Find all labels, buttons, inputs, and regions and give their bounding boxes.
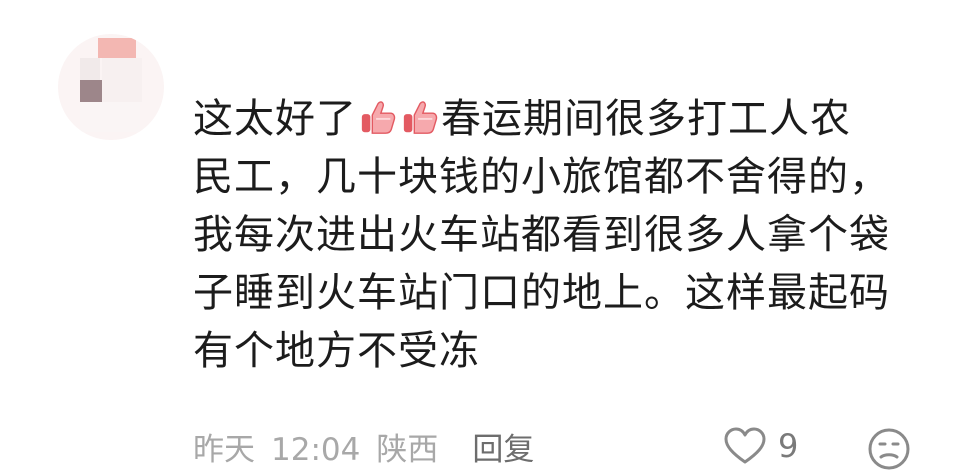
unhappy-face-icon bbox=[868, 428, 910, 470]
comment-line-5: 有个地方不受冻 bbox=[193, 328, 480, 374]
comment-text-part: 春运期间很多打工人农 bbox=[441, 96, 851, 142]
avatar[interactable] bbox=[58, 34, 164, 140]
comment-item: 这太好了 春运期间很多打工人农 民工，几十块钱的小旅馆都不舍得的， 我每次进出火… bbox=[0, 0, 958, 470]
avatar-pixel bbox=[80, 80, 102, 102]
like-count: 9 bbox=[778, 427, 799, 465]
comment-line-1: 这太好了 春运期间很多打工人农 bbox=[193, 90, 913, 148]
thumbs-up-icon bbox=[361, 101, 396, 134]
avatar-pixel bbox=[102, 58, 142, 102]
like-button[interactable]: 9 bbox=[722, 424, 798, 468]
comment-line-3: 我每次进出火车站都看到很多人拿个袋 bbox=[193, 212, 890, 258]
comment-meta: 昨天 12:04 陕西 回复 bbox=[193, 424, 550, 468]
avatar-pixel bbox=[80, 58, 100, 80]
avatar-pixel bbox=[80, 102, 140, 132]
comment-line-2: 民工，几十块钱的小旅馆都不舍得的， bbox=[193, 154, 890, 200]
heart-outline-icon bbox=[724, 427, 766, 464]
comment-time: 12:04 bbox=[271, 432, 361, 468]
comment-line-4: 子睡到火车站门口的地上。这样最起码 bbox=[193, 270, 890, 316]
comment-location: 陕西 bbox=[376, 432, 439, 468]
comment-date: 昨天 bbox=[193, 432, 255, 468]
dislike-button[interactable] bbox=[866, 426, 912, 472]
thumbs-up-icon bbox=[403, 101, 438, 134]
comment-text-part: 这太好了 bbox=[193, 96, 357, 142]
comment-text: 这太好了 春运期间很多打工人农 民工，几十块钱的小旅馆都不舍得的， 我每次进出火… bbox=[193, 90, 913, 380]
reply-button[interactable]: 回复 bbox=[472, 432, 534, 468]
avatar-pixel bbox=[98, 38, 136, 58]
